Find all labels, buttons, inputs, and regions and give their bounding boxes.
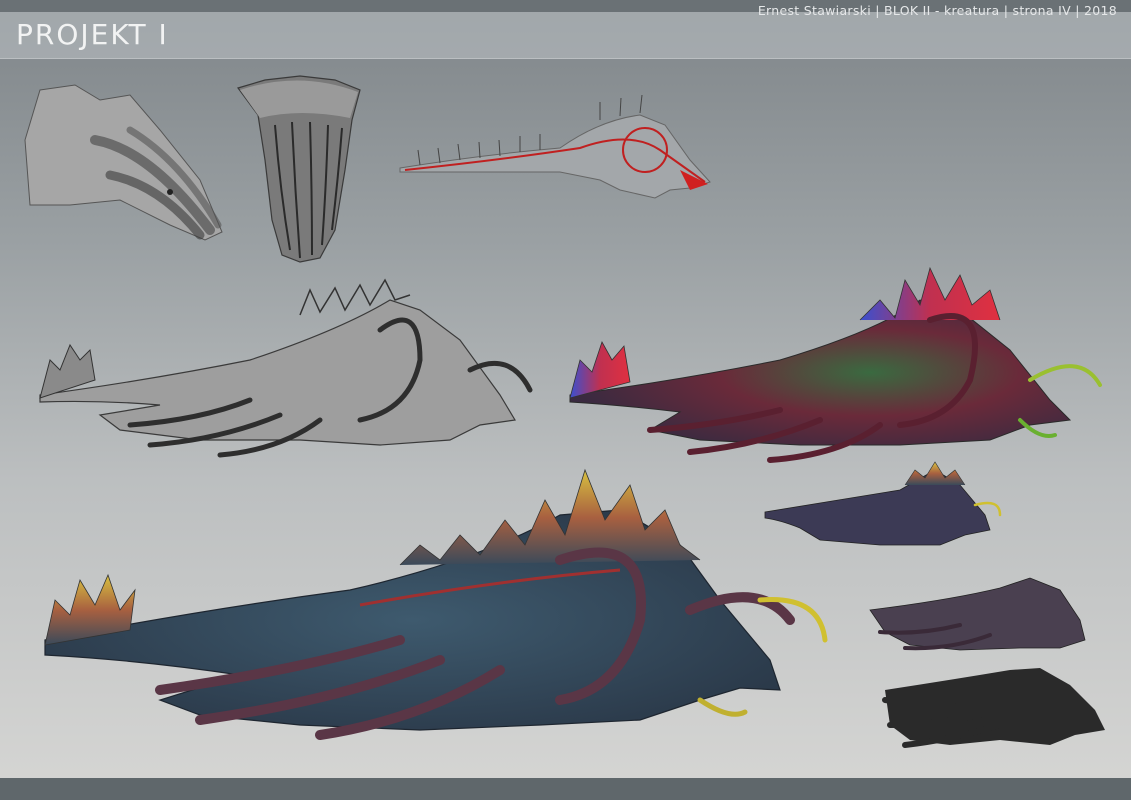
footer-credits: Ernest Stawiarski | BLOK II - kreatura |…: [757, 3, 1117, 18]
creature-sketch: [39, 278, 533, 458]
skeleton-study: [399, 94, 711, 199]
concept-art-canvas: [24, 75, 1105, 748]
creature-color-variant: [569, 266, 1102, 463]
creature-final: [44, 468, 828, 740]
creature-small-color: [764, 461, 1002, 546]
footer-bar: [0, 778, 1131, 800]
head-study-front: [237, 75, 361, 263]
head-study-side: [24, 84, 223, 241]
creature-small-dark: [869, 577, 1086, 651]
creature-silhouette: [882, 668, 1105, 748]
